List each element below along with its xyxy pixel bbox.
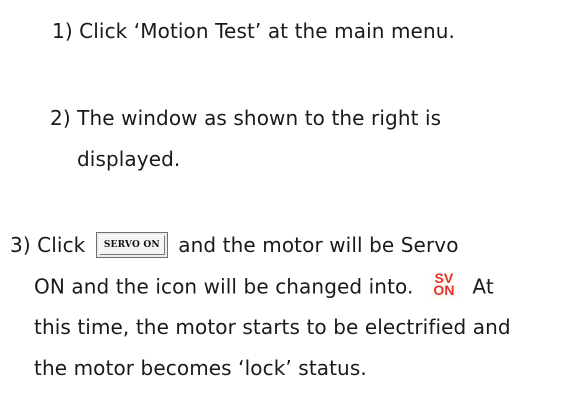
- step-3-line-3: this time, the motor starts to be electr…: [34, 315, 511, 339]
- step-3-text-after-button: and the motor will be Servo: [178, 233, 459, 257]
- step-3-line-4: the motor becomes ‘lock’ status.: [34, 356, 367, 380]
- step-3-text-line-2-end: At: [472, 274, 494, 299]
- step-2-line-1: 2) The window as shown to the right is: [50, 106, 441, 130]
- step-3-text-line-3: this time, the motor starts to be electr…: [34, 315, 511, 339]
- sv-icon-bottom-text: ON: [433, 282, 455, 298]
- step-3-line-1: 3) Click SERVO ON and the motor will be …: [10, 231, 459, 260]
- step-3-text-line-2: ON and the icon will be changed into.: [34, 274, 414, 299]
- step-3-text-line-4: the motor becomes ‘lock’ status.: [34, 356, 367, 380]
- servo-on-button-label: SERVO ON: [98, 234, 165, 255]
- step-3-line-2: ON and the icon will be changed into. SV…: [34, 271, 494, 302]
- step-2-line-2: displayed.: [77, 147, 180, 171]
- servo-on-status-icon: SV ON: [429, 271, 458, 300]
- step-2-text: 2) The window as shown to the right is: [50, 106, 442, 130]
- step-1-text: 1) Click ‘Motion Test’ at the main menu.: [52, 19, 455, 43]
- step-1: 1) Click ‘Motion Test’ at the main menu.: [52, 19, 455, 43]
- step-2-text-cont: displayed.: [77, 147, 181, 171]
- step-3-text-start: 3) Click: [10, 233, 86, 257]
- servo-on-button[interactable]: SERVO ON: [95, 231, 168, 258]
